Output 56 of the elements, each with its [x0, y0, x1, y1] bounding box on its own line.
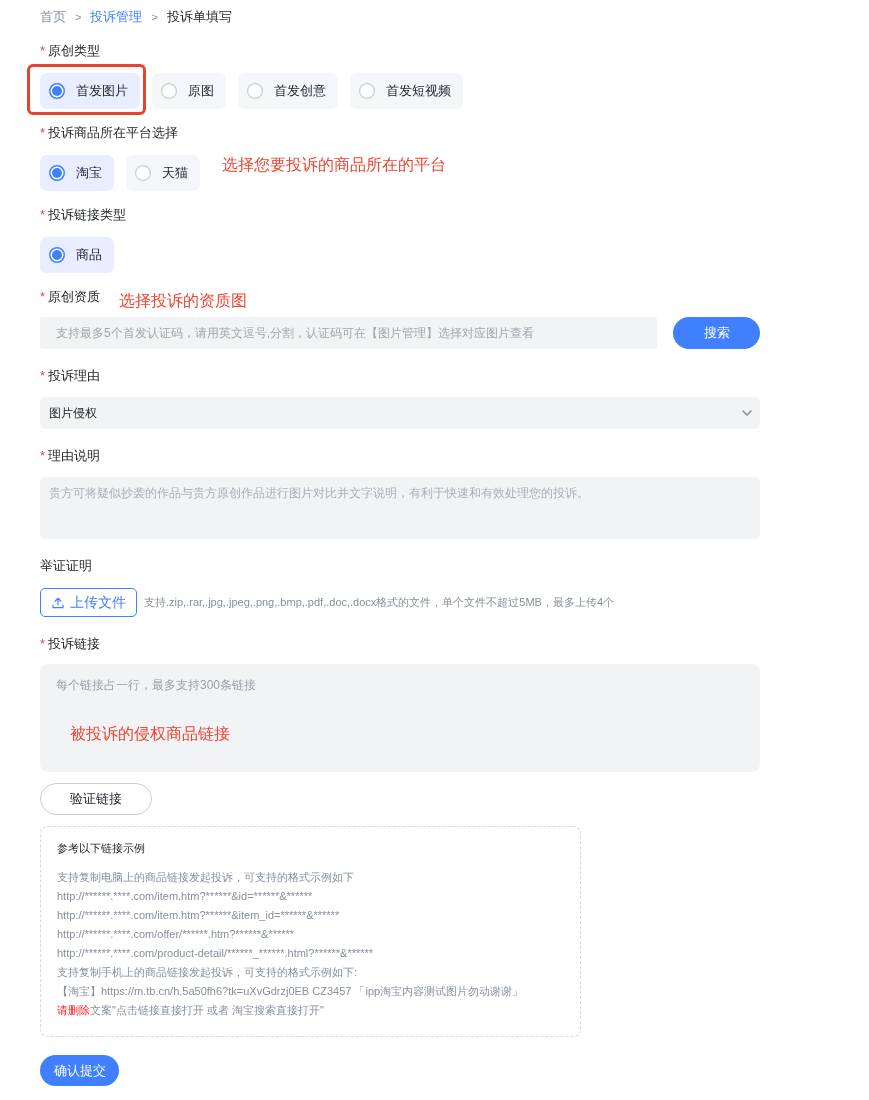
reason-textarea[interactable]: 贵方可将疑似抄袭的作品与贵方原创作品进行图片对比并文字说明，有利于快速和有效处理您的投诉。 [40, 477, 760, 539]
breadcrumb-link[interactable]: 投诉管理 [90, 7, 143, 27]
annotation-text: 被投诉的侵权商品链接 [70, 724, 230, 744]
field-label: 原创类型 [48, 42, 101, 60]
example-line: 支持复制手机上的商品链接发起投诉，可支持的格式示例如下: [57, 965, 359, 980]
upload-hint: 支持.zip,.rar,.jpg,.jpeg,.png,.bmp,.pdf,.doc,.docx格式的文件，单个文件不超过5MB，最多上传4个 [144, 595, 615, 611]
radio-icon [247, 83, 263, 99]
upload-button[interactable]: 上传文件 [40, 588, 137, 617]
field-label: 原创资质 [48, 288, 101, 306]
field-label: 理由说明 [48, 447, 101, 465]
select-field[interactable]: 图片侵权 [40, 397, 760, 429]
radio-icon [49, 165, 65, 181]
radio-option[interactable]: 首发创意 [238, 73, 338, 109]
radio-option[interactable]: 商品 [40, 237, 114, 273]
field-label: 举证证明 [40, 557, 92, 575]
radio-option[interactable]: 首发短视频 [350, 73, 463, 109]
field-label: 投诉链接类型 [48, 206, 127, 224]
radio-icon [161, 83, 177, 99]
breadcrumb-link[interactable]: 首页 [40, 7, 66, 27]
radio-icon [135, 165, 151, 181]
annotation-text: 选择您要投诉的商品所在的平台 [222, 155, 446, 175]
annotation-text: 选择投诉的资质图 [119, 291, 248, 311]
breadcrumb-separator: > [151, 10, 158, 25]
example-title: 参考以下链接示例 [57, 841, 146, 856]
radio-option[interactable]: 淘宝 [40, 155, 114, 191]
search-field[interactable]: 支持最多5个首发认证码，请用英文逗号,分割，认证码可在【图片管理】选择对应图片查看 [40, 317, 657, 349]
breadcrumb-current: 投诉单填写 [166, 8, 232, 26]
radio-icon [49, 247, 65, 263]
submit-button[interactable]: 确认提交 [40, 1055, 119, 1086]
example-line: http://******.****.com/item.htm?******&id=******&****** [57, 889, 314, 904]
field-label: 投诉商品所在平台选择 [48, 124, 179, 142]
required-mark: * [40, 206, 46, 224]
field-label: 投诉链接 [48, 635, 101, 653]
example-note: 请删除文案"点击链接直接打开 或者 淘宝搜索直接打开" [57, 1003, 325, 1018]
required-mark: * [40, 447, 46, 465]
example-line: http://******.****.com/offer/******.htm?******&****** [57, 927, 296, 942]
required-mark: * [40, 367, 46, 385]
radio-option[interactable]: 首发图片 [40, 73, 140, 109]
example-line: http://******.****.com/item.htm?******&item_id=******&****** [57, 908, 341, 923]
required-mark: * [40, 635, 46, 653]
example-line: 【淘宝】https://m.tb.cn/h.5a50fh6?tk=uXvGdrzj0EB CZ3457 「ipp淘宝内容测试图片勿动谢谢」 [57, 984, 525, 999]
chevron-down-icon [742, 410, 752, 416]
radio-option[interactable]: 原图 [152, 73, 226, 109]
radio-option[interactable]: 天猫 [126, 155, 200, 191]
search-button[interactable]: 搜索 [673, 317, 760, 349]
upload-icon [51, 596, 64, 609]
field-label: 投诉理由 [48, 367, 101, 385]
required-mark: * [40, 124, 46, 142]
required-mark: * [40, 42, 46, 60]
example-line: 支持复制电脑上的商品链接发起投诉，可支持的格式示例如下 [57, 870, 355, 885]
verify-button[interactable]: 验证链接 [40, 783, 152, 815]
breadcrumb-separator: > [75, 10, 82, 25]
radio-icon [49, 83, 65, 99]
required-mark: * [40, 288, 46, 306]
example-line: http://******.****.com/product-detail/******_******.html?******&****** [57, 946, 375, 961]
radio-icon [359, 83, 375, 99]
